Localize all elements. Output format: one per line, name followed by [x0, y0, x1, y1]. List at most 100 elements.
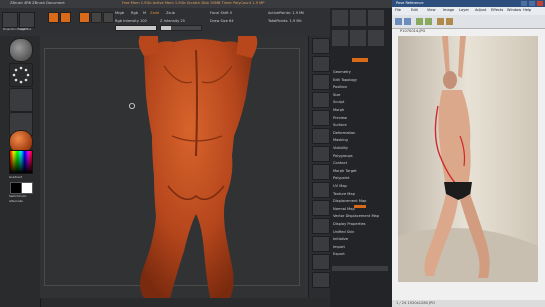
- palette-item[interactable]: UV Map: [333, 184, 347, 188]
- zadd-toggle[interactable]: Zadd: [150, 11, 159, 16]
- palette-item[interactable]: Contact: [333, 161, 347, 165]
- tool-thumb-5[interactable]: [350, 30, 366, 46]
- reference-menu-item[interactable]: Image: [443, 8, 454, 13]
- reference-title-bar: Pose Reference: [392, 0, 545, 7]
- palette-item[interactable]: Morph Target: [333, 169, 357, 173]
- reference-title: Pose Reference: [396, 0, 424, 5]
- zoom-out-icon[interactable]: [446, 18, 453, 25]
- mrgb-toggle[interactable]: Mrgb: [115, 11, 124, 16]
- z-intensity-slider[interactable]: [160, 25, 202, 31]
- tool-thumb-3[interactable]: [368, 10, 384, 26]
- tool-thumb-6[interactable]: [368, 30, 384, 46]
- palette-item[interactable]: Texture Map: [333, 192, 355, 196]
- palette-item[interactable]: Import: [333, 245, 345, 249]
- edit-button[interactable]: [48, 12, 59, 23]
- rgb-toggle[interactable]: Rgb: [131, 11, 138, 16]
- palette-item[interactable]: Polypaint: [333, 176, 350, 180]
- reference-toolbar: [392, 15, 545, 29]
- scale-button[interactable]: [91, 12, 102, 23]
- reference-menu-item[interactable]: Layer: [459, 8, 469, 13]
- alternate-label[interactable]: Alternate: [9, 200, 23, 203]
- brush-thumbnail[interactable]: [9, 38, 33, 62]
- move-button[interactable]: [79, 12, 90, 23]
- palette-item[interactable]: Polygroups: [333, 154, 353, 158]
- palette-item[interactable]: Displacement Map: [333, 199, 366, 203]
- back-icon[interactable]: [416, 18, 423, 25]
- forward-icon[interactable]: [425, 18, 432, 25]
- zbrush-title-info: Free Mem 1.9Gb Active Mem 1.9Gb Scratch …: [122, 1, 265, 5]
- zoom-button[interactable]: [312, 92, 330, 108]
- reference-menu-item[interactable]: Window: [507, 8, 521, 13]
- frame-button[interactable]: [312, 218, 330, 234]
- palette-subsection[interactable]: [332, 266, 388, 271]
- zsub-toggle[interactable]: Zsub: [166, 11, 175, 16]
- lightbox-button[interactable]: LightBox: [19, 12, 35, 31]
- palette-item[interactable]: Morph: [333, 108, 344, 112]
- palette-item[interactable]: Unified Skin: [333, 230, 354, 234]
- palette-item[interactable]: Initialize: [333, 237, 348, 241]
- zbrush-title-bar: ZBrush 4R6 ZBrush Document Free Mem 1.9G…: [0, 0, 392, 8]
- palette-item[interactable]: Size: [333, 93, 340, 97]
- tool-thumb-4[interactable]: [332, 30, 348, 46]
- focal-shift-label[interactable]: Focal Shift 0: [210, 11, 232, 16]
- save-icon[interactable]: [404, 18, 411, 25]
- aahalf-button[interactable]: [312, 128, 330, 144]
- scroll-button[interactable]: [312, 74, 330, 90]
- right-toolbar: [308, 36, 331, 298]
- bpr-button[interactable]: [312, 38, 330, 54]
- palette-item[interactable]: Sculpt: [333, 100, 344, 104]
- sculpt-model[interactable]: [114, 36, 284, 298]
- draw-button[interactable]: [60, 12, 71, 23]
- scale-view-button[interactable]: [312, 254, 330, 270]
- actual-button[interactable]: [312, 110, 330, 126]
- spix-button[interactable]: [312, 56, 330, 72]
- reference-menu-item[interactable]: View: [427, 8, 436, 13]
- palette-item[interactable]: Edit Topology: [333, 78, 357, 82]
- rgb-intensity-slider[interactable]: [115, 25, 157, 31]
- document-canvas[interactable]: [40, 36, 330, 298]
- zbrush-title: ZBrush 4R6 ZBrush Document: [10, 1, 65, 5]
- rgb-intensity-label: Rgb Intensity 100: [115, 19, 147, 23]
- open-icon[interactable]: [395, 18, 402, 25]
- palette-item[interactable]: Surface: [333, 123, 347, 127]
- stroke-thumbnail[interactable]: [9, 63, 33, 87]
- reference-menu-item[interactable]: File: [395, 8, 401, 13]
- palette-item[interactable]: Masking: [333, 138, 348, 142]
- reference-menu-item[interactable]: Help: [523, 8, 531, 13]
- palette-item[interactable]: Preview: [333, 116, 347, 120]
- local-button[interactable]: [312, 182, 330, 198]
- tool-thumb-2[interactable]: [350, 10, 366, 26]
- draw-size-label[interactable]: Draw Size 64: [210, 19, 234, 24]
- palette-item[interactable]: Display Properties: [333, 222, 366, 226]
- reference-image-window: Pose Reference File Edit View Image Layer Adj…: [392, 0, 545, 307]
- alpha-thumbnail[interactable]: [9, 88, 33, 112]
- xyz-button[interactable]: [312, 200, 330, 216]
- tool-thumb-1[interactable]: [332, 10, 348, 26]
- palette-item[interactable]: Visibility: [333, 146, 348, 150]
- palette-item[interactable]: Deformation: [333, 131, 355, 135]
- switch-color-label[interactable]: SwitchColor: [9, 195, 27, 198]
- secondary-color-swatch[interactable]: [21, 182, 33, 194]
- palette-item[interactable]: Normal Map: [333, 207, 355, 211]
- zoom-in-icon[interactable]: [437, 18, 444, 25]
- minimize-icon[interactable]: [521, 1, 527, 6]
- maximize-icon[interactable]: [529, 1, 535, 6]
- rotate-button[interactable]: [103, 12, 114, 23]
- persp-button[interactable]: [312, 146, 330, 162]
- color-picker[interactable]: [9, 150, 33, 174]
- palette-item[interactable]: Position: [333, 85, 347, 89]
- rotate-view-button[interactable]: [312, 272, 330, 288]
- gradient-label[interactable]: Gradient: [9, 176, 22, 179]
- floor-button[interactable]: [312, 164, 330, 180]
- palette-item[interactable]: Export: [333, 252, 345, 256]
- projection-master-button[interactable]: Projection Master: [2, 12, 26, 31]
- move-view-button[interactable]: [312, 236, 330, 252]
- palette-item[interactable]: Geometry: [333, 70, 351, 74]
- reference-menu-item[interactable]: Adjust: [475, 8, 486, 13]
- reference-menu-item[interactable]: Effects: [491, 8, 503, 13]
- palette-item[interactable]: Vector Displacement Map: [333, 214, 379, 218]
- reference-menu-item[interactable]: Edit: [411, 8, 418, 13]
- active-points-label: ActivePoints: 1.9 Mil: [268, 11, 305, 15]
- m-toggle[interactable]: M: [143, 11, 146, 16]
- close-icon[interactable]: [537, 1, 543, 6]
